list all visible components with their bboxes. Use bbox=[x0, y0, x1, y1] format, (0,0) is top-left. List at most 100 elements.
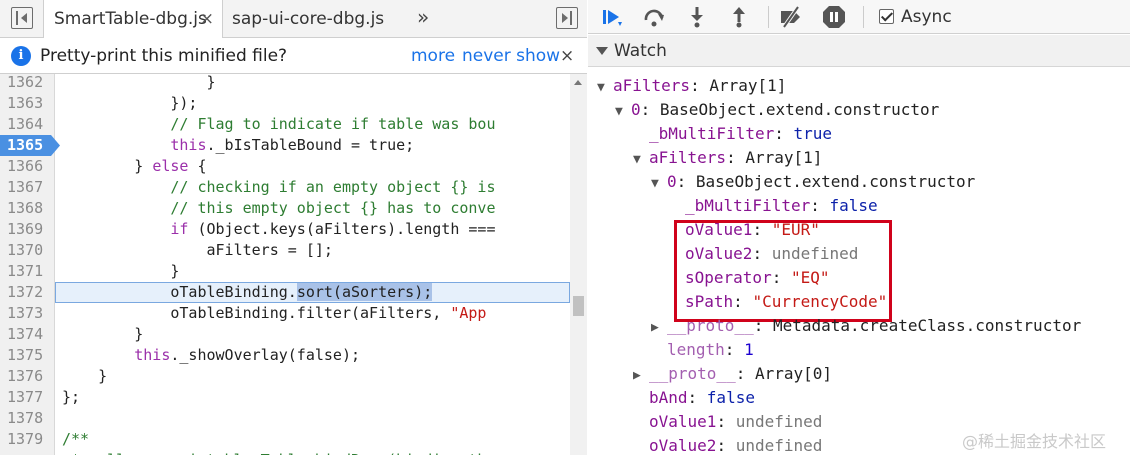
watermark: @稀土掘金技术社区 bbox=[962, 432, 1107, 451]
line-number[interactable]: 1372 bbox=[7, 282, 43, 303]
code-line[interactable]: 1367 // checking if an empty object {} i… bbox=[0, 177, 570, 198]
watch-tree-row[interactable]: _bMultiFilter: false bbox=[669, 194, 878, 218]
toggle-debugger-button[interactable] bbox=[556, 7, 578, 29]
code-line[interactable]: 1375 this._showOverlay(false); bbox=[0, 345, 570, 366]
tab-label: sap-ui-core-dbg.js bbox=[232, 9, 385, 29]
watch-tree-row[interactable]: length: 1 bbox=[651, 338, 754, 362]
more-link[interactable]: more bbox=[411, 38, 455, 74]
code-text: // this empty object {} has to conve bbox=[62, 198, 570, 219]
watch-section-header[interactable]: Watch bbox=[588, 35, 1130, 67]
line-number[interactable]: 1374 bbox=[7, 324, 43, 345]
code-text: } else { bbox=[62, 156, 570, 177]
line-number[interactable]: 1362 bbox=[7, 74, 43, 93]
never-show-link[interactable]: never show bbox=[462, 38, 560, 74]
code-line[interactable]: 1376 } bbox=[0, 366, 570, 387]
scroll-up-icon[interactable] bbox=[574, 80, 582, 85]
async-checkbox[interactable] bbox=[879, 9, 894, 24]
code-line[interactable]: 1362 } bbox=[0, 74, 570, 93]
line-number[interactable]: 1371 bbox=[7, 261, 43, 282]
code-line[interactable]: 1369 if (Object.keys(aFilters).length ==… bbox=[0, 219, 570, 240]
line-number[interactable]: 1375 bbox=[7, 345, 43, 366]
line-number[interactable]: 1373 bbox=[7, 303, 43, 324]
collapsed-arrow-icon[interactable]: ▶ bbox=[651, 316, 667, 340]
line-number[interactable]: 1367 bbox=[7, 177, 43, 198]
code-token: // Flag to indicate if table was bou bbox=[62, 115, 496, 133]
code-line[interactable]: 1366 } else { bbox=[0, 156, 570, 177]
editor-scrollbar[interactable] bbox=[570, 74, 587, 455]
close-tab-icon[interactable]: × bbox=[200, 0, 214, 38]
code-line[interactable]: 1377}; bbox=[0, 387, 570, 408]
watch-tree-row[interactable]: oValue1: "EUR" bbox=[669, 218, 820, 242]
step-out-icon[interactable] bbox=[727, 5, 751, 29]
watch-tree-row[interactable]: _bMultiFilter: true bbox=[633, 122, 832, 146]
separator: : bbox=[687, 388, 707, 407]
separator: : bbox=[724, 340, 745, 359]
expanded-arrow-icon[interactable]: ▼ bbox=[597, 76, 613, 100]
watch-tree-row[interactable]: oValue2: undefined bbox=[633, 434, 822, 455]
code-editor[interactable]: 1362 } 1363 }); 1364 // Flag to indicate i… bbox=[0, 74, 587, 455]
code-line[interactable]: 1363 }); bbox=[0, 93, 570, 114]
step-over-icon[interactable] bbox=[642, 5, 666, 29]
code-line[interactable]: 1371 } bbox=[0, 261, 570, 282]
watch-tree-row[interactable]: bAnd: false bbox=[633, 386, 755, 410]
watch-tree-row[interactable]: ▼ 0: BaseObject.extend.constructor bbox=[615, 98, 939, 122]
separator: : bbox=[733, 292, 753, 311]
watch-tree-row[interactable]: sPath: "CurrencyCode" bbox=[669, 290, 887, 314]
watch-tree-row[interactable]: sOperator: "EQ" bbox=[669, 266, 830, 290]
code-line[interactable]: 1370 aFilters = []; bbox=[0, 240, 570, 261]
line-number[interactable]: 1368 bbox=[7, 198, 43, 219]
tab-sap-ui-core-dbg[interactable]: sap-ui-core-dbg.js bbox=[222, 0, 384, 38]
line-number[interactable]: 1366 bbox=[7, 156, 43, 177]
code-line[interactable]: 1364 // Flag to indicate if table was bo… bbox=[0, 114, 570, 135]
code-line[interactable]: 1365 this._bIsTableBound = true; bbox=[0, 135, 570, 156]
expanded-arrow-icon[interactable]: ▼ bbox=[633, 148, 649, 172]
property-name: __proto__ bbox=[649, 364, 736, 383]
line-number[interactable]: 1363 bbox=[7, 93, 43, 114]
expanded-arrow-icon[interactable]: ▼ bbox=[651, 172, 667, 196]
line-number[interactable]: 1364 bbox=[7, 114, 43, 135]
code-line[interactable]: * calls sap.ui.table.Table.bindRows(bind… bbox=[0, 450, 570, 455]
property-value: false bbox=[829, 196, 878, 215]
watch-tree-row[interactable]: oValue1: undefined bbox=[633, 410, 822, 434]
breakpoint-marker[interactable]: 1365 bbox=[0, 135, 60, 156]
expanded-arrow-icon[interactable]: ▼ bbox=[615, 100, 631, 124]
code-line[interactable]: 1379 /** bbox=[0, 429, 570, 450]
more-tabs-icon[interactable]: » bbox=[417, 0, 429, 34]
property-value: 1 bbox=[744, 340, 754, 359]
code-line[interactable]: 1368 // this empty object {} has to conv… bbox=[0, 198, 570, 219]
code-line[interactable]: 1374 } bbox=[0, 324, 570, 345]
pause-on-exceptions-icon[interactable] bbox=[822, 5, 846, 29]
close-infobar-icon[interactable]: × bbox=[560, 38, 574, 74]
scrollbar-thumb[interactable] bbox=[573, 296, 584, 316]
resume-icon[interactable] bbox=[600, 5, 624, 29]
property-name: oValue2 bbox=[685, 244, 753, 263]
watch-tree-row[interactable]: ▼ 0: BaseObject.extend.constructor bbox=[651, 170, 975, 194]
watch-tree-row[interactable]: ▶ __proto__: Metadata.createClass.constru… bbox=[651, 314, 1081, 338]
editor-tab-bar: SmartTable-dbg.js × sap-ui-core-dbg.js » bbox=[0, 0, 587, 39]
code-line[interactable]: 1373 oTableBinding.filter(aFilters, "App bbox=[0, 303, 570, 324]
line-number[interactable]: 1379 bbox=[7, 429, 43, 450]
code-line[interactable]: 1378 bbox=[0, 408, 570, 429]
step-into-icon[interactable] bbox=[685, 5, 709, 29]
property-name: oValue2 bbox=[649, 436, 717, 455]
property-value: "EQ" bbox=[790, 268, 830, 287]
tab-smarttable-dbg[interactable]: SmartTable-dbg.js × bbox=[43, 0, 223, 39]
collapsed-arrow-icon[interactable]: ▶ bbox=[633, 364, 649, 388]
separator: : bbox=[752, 244, 772, 263]
watch-tree-row[interactable]: oValue2: undefined bbox=[669, 242, 858, 266]
line-number[interactable]: 1376 bbox=[7, 366, 43, 387]
separator: : bbox=[726, 148, 746, 167]
code-token: oTableBinding. bbox=[62, 283, 297, 301]
debugger-sidebar: Async Watch ▼ aFilters: Array[1] ▼ 0: BaseO… bbox=[588, 0, 1130, 455]
line-number[interactable]: 1378 bbox=[7, 408, 43, 429]
code-line[interactable]: 1372 oTableBinding.sort(aSorters); bbox=[0, 282, 570, 303]
line-number[interactable]: 1370 bbox=[7, 240, 43, 261]
deactivate-breakpoints-icon[interactable] bbox=[779, 5, 803, 29]
info-icon: i bbox=[11, 46, 31, 66]
toggle-navigator-button[interactable] bbox=[11, 7, 33, 29]
line-number[interactable]: 1369 bbox=[7, 219, 43, 240]
watch-tree-row[interactable]: ▼ aFilters: Array[1] bbox=[597, 74, 786, 98]
watch-tree-row[interactable]: ▶ __proto__: Array[0] bbox=[633, 362, 832, 386]
line-number[interactable]: 1377 bbox=[7, 387, 43, 408]
watch-tree-row[interactable]: ▼ aFilters: Array[1] bbox=[633, 146, 822, 170]
